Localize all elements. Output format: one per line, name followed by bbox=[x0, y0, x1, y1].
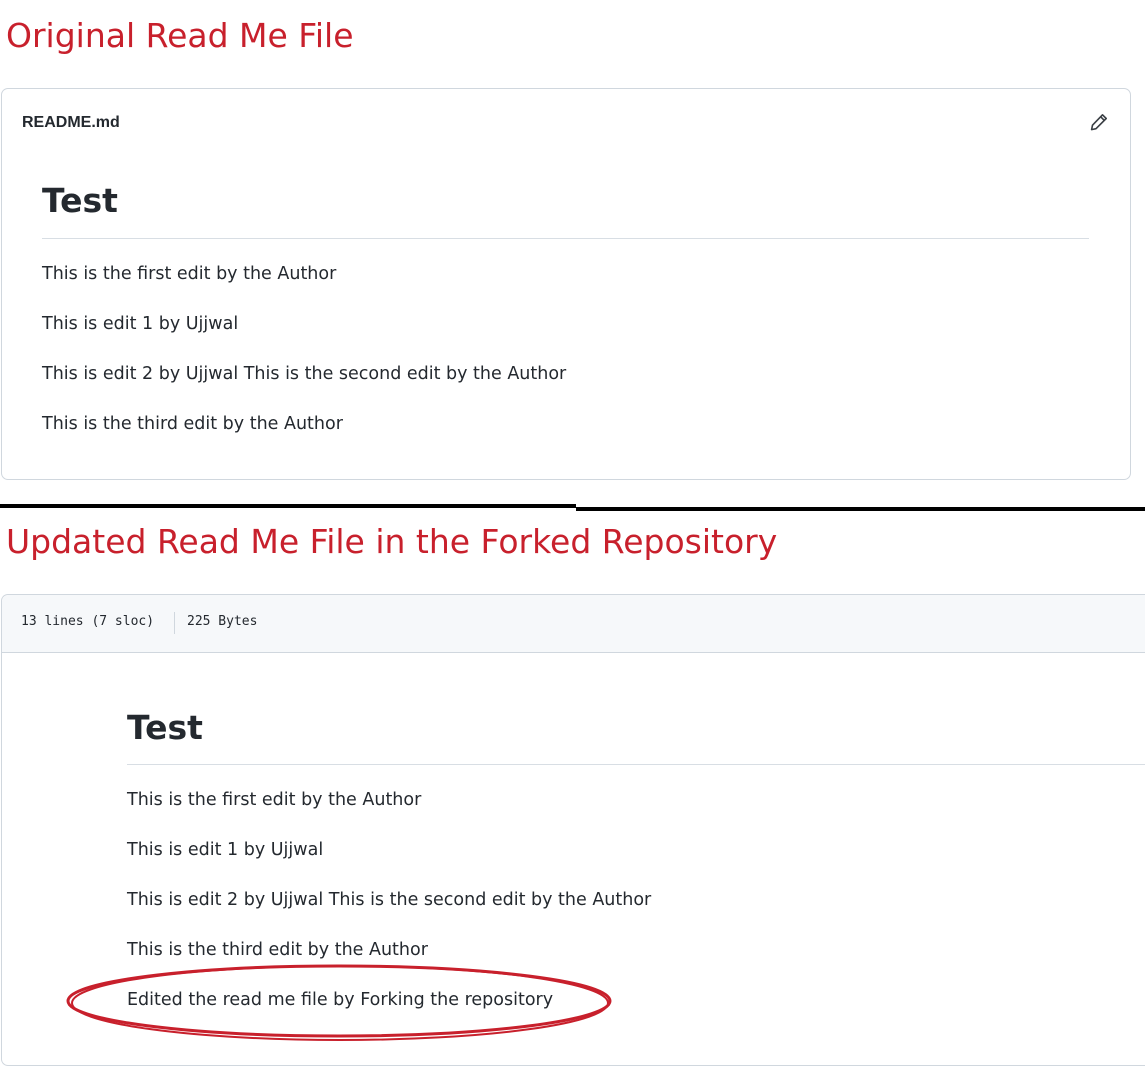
readme-file-name[interactable]: README.md bbox=[22, 114, 120, 132]
readme-paragraph: This is the third edit by the Author bbox=[127, 940, 428, 960]
readme-paragraph: This is edit 1 by Ujjwal bbox=[127, 840, 324, 860]
readme-paragraph: This is the third edit by the Author bbox=[42, 414, 343, 434]
section-divider bbox=[576, 507, 1145, 511]
file-info-header: 13 lines (7 sloc) 225 Bytes bbox=[2, 595, 1145, 653]
info-separator bbox=[174, 612, 175, 634]
file-size: 225 Bytes bbox=[187, 614, 258, 629]
readme-paragraph: This is edit 2 by Ujjwal This is the sec… bbox=[127, 890, 652, 910]
readme-panel-original: README.md Test This is the first edit by… bbox=[1, 88, 1131, 480]
caption-updated: Updated Read Me File in the Forked Repos… bbox=[6, 522, 778, 561]
readme-heading: Test bbox=[42, 181, 118, 220]
heading-divider bbox=[127, 764, 1145, 765]
readme-paragraph: This is the first edit by the Author bbox=[42, 264, 337, 284]
line-count: 13 lines (7 sloc) bbox=[21, 614, 155, 629]
edit-file-button[interactable] bbox=[1088, 111, 1110, 133]
readme-paragraph: This is the first edit by the Author bbox=[127, 790, 422, 810]
pencil-icon bbox=[1090, 114, 1107, 131]
readme-paragraph: This is edit 1 by Ujjwal bbox=[42, 314, 239, 334]
readme-panel-updated: 13 lines (7 sloc) 225 Bytes Test This is… bbox=[1, 594, 1145, 1066]
heading-divider bbox=[42, 238, 1089, 239]
caption-original: Original Read Me File bbox=[6, 16, 354, 55]
readme-paragraph: This is edit 2 by Ujjwal This is the sec… bbox=[42, 364, 567, 384]
readme-heading: Test bbox=[127, 708, 203, 747]
readme-paragraph-new-edit: Edited the read me file by Forking the r… bbox=[127, 990, 554, 1010]
section-divider bbox=[0, 504, 576, 508]
